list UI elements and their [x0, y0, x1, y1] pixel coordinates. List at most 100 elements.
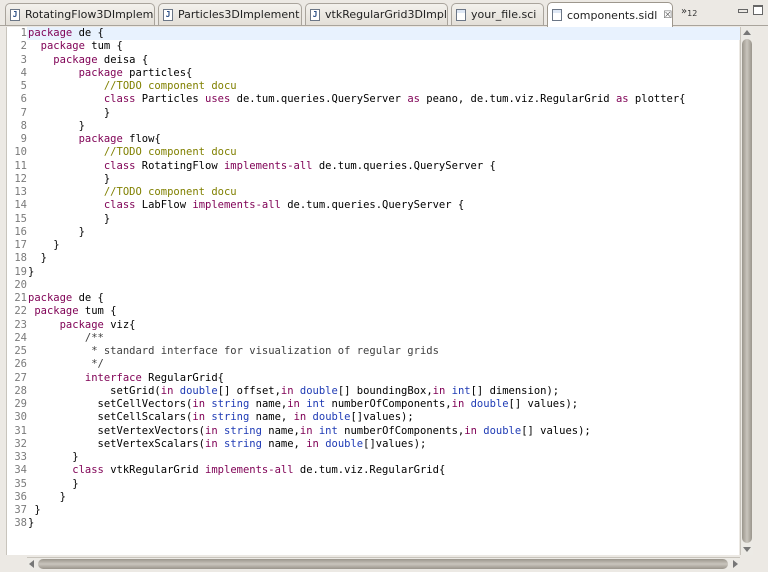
- line-number: 29: [14, 398, 27, 410]
- code-token: setVertexVectors(: [28, 424, 206, 437]
- line-number: 15: [14, 212, 27, 225]
- code-token: [] dimension);: [470, 384, 560, 397]
- line-number: 11: [14, 159, 27, 172]
- code-editor[interactable]: 1 2 3 4 5 6 7 8 9 10 11 12 13 14 15 16 17 18 19 20 21 22 23 24 2…: [6, 27, 740, 555]
- code-token: string: [224, 424, 262, 437]
- tab-label: vtkRegularGrid3DImpl: [325, 8, 447, 21]
- code-line: */: [28, 358, 104, 371]
- code-token: in: [306, 437, 319, 450]
- code-token: class: [103, 159, 136, 172]
- tab-3[interactable]: your_file.sci: [451, 3, 544, 25]
- code-line: //TODO component docu: [28, 186, 237, 199]
- tab-label: components.sidl: [567, 8, 658, 22]
- scroll-right-arrow-icon[interactable]: [733, 560, 738, 568]
- code-token: string: [211, 411, 250, 424]
- code-token: }: [28, 225, 85, 238]
- current-line-highlight: [27, 27, 740, 41]
- tab-label: RotatingFlow3DImplem: [25, 8, 154, 21]
- tab-2[interactable]: JvtkRegularGrid3DImpl: [305, 3, 448, 25]
- sidl-file-icon: [552, 9, 562, 21]
- code-token: in: [205, 424, 218, 437]
- code-token: package: [40, 40, 85, 53]
- scroll-down-arrow-icon[interactable]: [743, 547, 751, 552]
- code-token: double: [483, 424, 522, 437]
- code-token: tum {: [84, 40, 123, 53]
- horizontal-scroll-thumb[interactable]: [38, 559, 728, 569]
- code-line: package deisa {: [28, 54, 148, 67]
- line-number: 17: [14, 239, 27, 251]
- code-token: in: [192, 411, 206, 424]
- code-token: in: [205, 437, 218, 450]
- close-tab-icon[interactable]: ☒: [663, 10, 672, 21]
- vertical-scrollbar[interactable]: [740, 27, 753, 555]
- code-token: package: [78, 66, 123, 79]
- code-token: }: [28, 504, 41, 516]
- code-token: as: [615, 93, 629, 106]
- vertical-scroll-thumb[interactable]: [742, 39, 752, 543]
- code-line: class RotatingFlow implements-all de.tum…: [28, 160, 496, 173]
- code-token: class: [103, 93, 136, 106]
- code-token: }: [28, 172, 111, 185]
- code-token: }: [28, 477, 79, 490]
- code-token: numberOfComponents,: [325, 398, 452, 410]
- code-line: //TODO component docu: [28, 146, 237, 159]
- code-token: package: [59, 318, 104, 331]
- code-token: name,: [249, 411, 294, 424]
- java-file-icon: J: [310, 8, 320, 21]
- line-number: 35: [14, 477, 27, 490]
- code-line: setVertexScalars(in string name, in doub…: [28, 437, 427, 451]
- code-token: de.tum.viz.RegularGrid{: [293, 464, 446, 477]
- code-token: []values);: [350, 411, 414, 424]
- tab-overflow-button[interactable]: »12: [681, 6, 697, 18]
- code-token: name,: [249, 398, 288, 410]
- code-token: setGrid(: [28, 384, 161, 397]
- code-token: string: [211, 398, 250, 410]
- code-line: setGrid(in double[] offset,in double[] b…: [28, 385, 559, 398]
- code-token: Particles: [135, 93, 206, 106]
- code-token: package: [78, 133, 123, 145]
- line-number-gutter: 1 2 3 4 5 6 7 8 9 10 11 12 13 14 15 16 17 18 19 20 21 22 23 24 2…: [7, 27, 27, 555]
- code-token: name,: [261, 424, 300, 437]
- tab-4[interactable]: components.sidl ☒: [547, 2, 673, 27]
- scroll-left-arrow-icon[interactable]: [29, 560, 34, 568]
- editor-tab-bar: J RotatingFlow3DImplem J Particles3DImpleme…: [0, 0, 768, 27]
- code-token: setCellScalars(: [28, 411, 193, 424]
- line-number: 34: [14, 464, 27, 477]
- code-token: de {: [72, 27, 104, 39]
- code-token: in: [192, 398, 206, 410]
- code-line: class vtkRegularGrid implements-all de.t…: [28, 464, 445, 477]
- tab-1[interactable]: J Particles3DImplement: [158, 3, 302, 25]
- code-line: package de {: [28, 292, 104, 305]
- line-number: 30: [14, 411, 27, 424]
- code-token: in: [432, 384, 446, 397]
- line-number: 26: [14, 358, 27, 371]
- line-number: 12: [14, 172, 27, 185]
- line-number: 23: [14, 318, 27, 331]
- code-line: setCellScalars(in string name, in double…: [28, 411, 414, 424]
- code-token: de {: [72, 292, 104, 304]
- line-number: 14: [14, 199, 27, 212]
- line-number: 21: [14, 292, 27, 304]
- maximize-icon[interactable]: [753, 5, 763, 15]
- line-number: 18: [14, 252, 27, 265]
- code-line: package tum {: [28, 40, 123, 53]
- horizontal-scrollbar[interactable]: [27, 557, 740, 570]
- code-token: }: [28, 212, 111, 225]
- tab-0[interactable]: J RotatingFlow3DImplem: [5, 3, 155, 25]
- code-token: de.tum.queries.QueryServer: [230, 93, 408, 106]
- line-number: 31: [14, 424, 27, 437]
- code-token: [] offset,: [217, 384, 281, 397]
- minimize-icon[interactable]: [738, 9, 748, 13]
- code-token: //TODO component docu: [103, 186, 237, 198]
- code-token: RotatingFlow: [135, 159, 224, 172]
- code-token: in: [160, 384, 174, 397]
- line-number: 8: [20, 119, 27, 132]
- line-number: 27: [14, 371, 27, 384]
- code-line: }: [28, 252, 47, 265]
- code-token: package: [53, 53, 98, 66]
- scroll-up-arrow-icon[interactable]: [743, 30, 751, 35]
